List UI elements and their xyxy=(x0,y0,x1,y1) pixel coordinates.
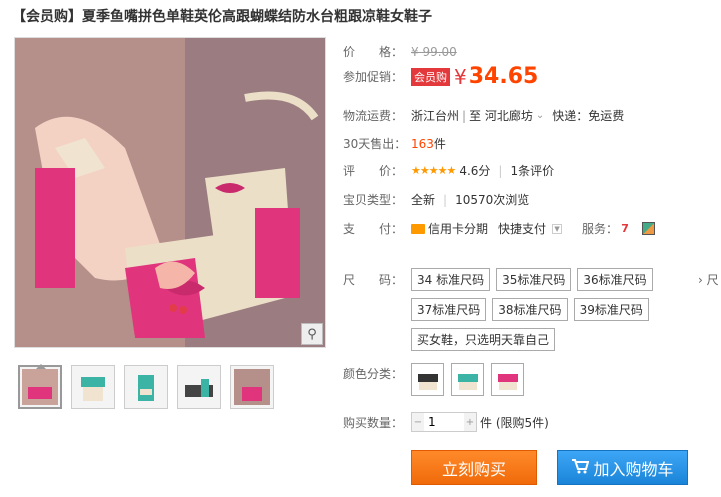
size-options: 34 标准尺码 35标准尺码 36标准尺码 37标准尺码 38标准尺码 39标准… xyxy=(411,268,711,351)
color-option-black[interactable] xyxy=(411,363,444,396)
sales-count: 163 xyxy=(411,136,434,151)
plus-icon[interactable]: + xyxy=(464,413,476,431)
size-option-37[interactable]: 37标准尺码 xyxy=(411,298,487,321)
dropdown-icon[interactable]: ▼ xyxy=(552,223,563,234)
price-label: 价 格： xyxy=(343,45,404,59)
ship-from: 浙江台州 xyxy=(411,109,460,123)
rating-score: 4.6分 xyxy=(459,164,491,178)
shoe-photo xyxy=(15,38,325,347)
sales-row: 30天售出： 163 件 xyxy=(343,135,446,152)
add-to-cart-label: 加入购物车 xyxy=(593,459,674,479)
color-label-row: 颜色分类： xyxy=(343,365,411,382)
promo-price: 34.65 xyxy=(468,64,539,89)
thumbnail-5[interactable] xyxy=(230,365,274,409)
rating-label: 评 价： xyxy=(343,164,404,178)
color-option-pink[interactable] xyxy=(491,363,524,396)
size-option-34[interactable]: 34 标准尺码 xyxy=(411,268,491,291)
credit-installment[interactable]: 信用卡分期 xyxy=(428,220,488,237)
thumbnail-strip xyxy=(18,364,274,409)
add-to-cart-button[interactable]: 加入购物车 xyxy=(557,450,688,485)
ship-method: 快递：免运费 xyxy=(552,109,625,123)
sales-label: 30天售出： xyxy=(343,137,407,151)
main-product-image[interactable]: ⚲ xyxy=(14,37,326,348)
seven-day-return-icon[interactable]: 7 xyxy=(618,222,632,236)
ship-to[interactable]: 至 河北廊坊 xyxy=(469,107,533,124)
guarantee-icon[interactable] xyxy=(642,222,656,235)
thumbnail-2[interactable] xyxy=(71,365,115,409)
currency-symbol: ¥ xyxy=(454,64,467,89)
quick-pay[interactable]: 快捷支付 xyxy=(498,220,546,237)
size-option-tip[interactable]: 买女鞋，只选明天靠自己 xyxy=(411,328,556,351)
color-options xyxy=(411,363,524,396)
shipping-label: 物流运费： xyxy=(343,109,404,123)
quantity-limit: 件 (限购5件) xyxy=(480,415,549,430)
size-option-36[interactable]: 36标准尺码 xyxy=(577,268,653,291)
original-price: ¥ 99.00 xyxy=(411,44,457,59)
rating-row: 评 价： ★★★★★ 4.6分 | 1条评价 xyxy=(343,162,555,179)
review-count[interactable]: 1条评价 xyxy=(510,162,554,179)
promo-label: 参加促销： xyxy=(343,70,404,84)
magnifier-icon[interactable]: ⚲ xyxy=(301,323,323,345)
buy-now-label: 立刻购买 xyxy=(441,459,506,479)
cart-icon xyxy=(571,458,590,478)
type-row: 宝贝类型： 全新 | 10570次浏览 xyxy=(343,192,530,208)
color-label: 颜色分类： xyxy=(343,367,404,381)
price-row: 价 格： ¥ 99.00 xyxy=(343,43,457,60)
type-label: 宝贝类型： xyxy=(343,193,404,207)
chevron-down-icon[interactable]: ⌄ xyxy=(536,110,544,121)
size-option-38[interactable]: 38标准尺码 xyxy=(492,298,568,321)
payment-row: 支 付： 信用卡分期 快捷支付 ▼ 服务： 7 xyxy=(343,220,656,237)
quantity-label: 购买数量： xyxy=(343,415,404,430)
member-badge: 会员购 xyxy=(411,67,450,86)
minus-icon[interactable]: − xyxy=(412,413,424,431)
size-label: 尺 码： xyxy=(343,273,404,287)
star-rating-icon: ★★★★★ xyxy=(411,164,456,177)
sales-unit: 件 xyxy=(433,137,446,151)
color-option-teal[interactable] xyxy=(451,363,484,396)
thumbnail-3[interactable] xyxy=(124,365,168,409)
promo-row: 参加促销： 会员购 ¥ 34.65 xyxy=(343,64,538,89)
credit-card-icon xyxy=(411,223,425,234)
service-label: 服务： xyxy=(582,222,619,236)
size-label-row: 尺 码： xyxy=(343,271,411,288)
product-title: 【会员购】夏季鱼嘴拼色单鞋英伦高跟蝴蝶结防水台粗跟凉鞋女鞋子 xyxy=(12,9,432,25)
view-count: 10570次浏览 xyxy=(455,193,530,207)
size-option-35[interactable]: 35标准尺码 xyxy=(496,268,572,291)
size-overflow[interactable]: › 尺 xyxy=(698,271,719,288)
size-option-39[interactable]: 39标准尺码 xyxy=(573,298,649,321)
buy-now-button[interactable]: 立刻购买 xyxy=(411,450,537,485)
condition: 全新 xyxy=(411,193,436,207)
shipping-row: 物流运费： 浙江台州 | 至 河北廊坊 ⌄ 快递：免运费 xyxy=(343,107,625,124)
quantity-input[interactable] xyxy=(424,413,464,431)
thumbnail-1[interactable] xyxy=(18,364,62,409)
quantity-stepper[interactable]: − + xyxy=(411,412,477,432)
payment-label: 支 付： xyxy=(343,222,404,236)
quantity-row: 购买数量： − + 件 (限购5件) xyxy=(343,412,549,432)
thumbnail-4[interactable] xyxy=(177,365,221,409)
